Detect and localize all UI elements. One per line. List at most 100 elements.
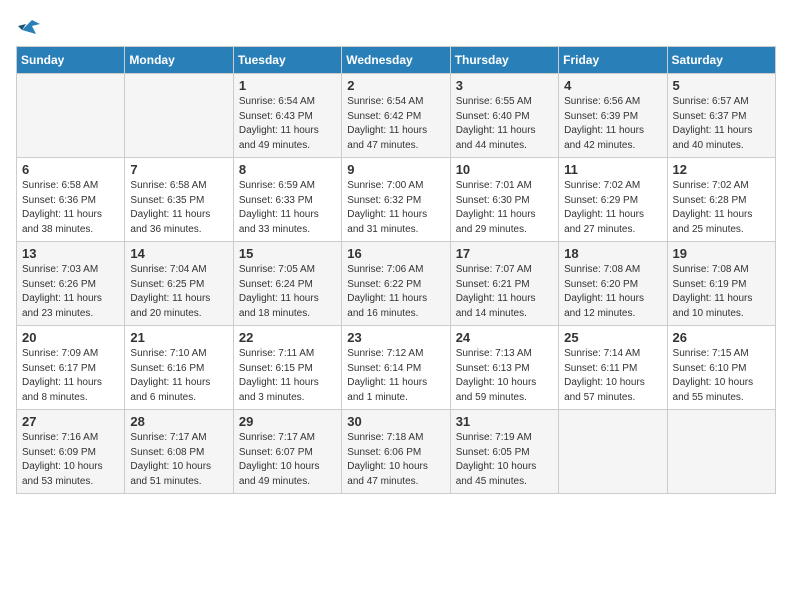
calendar-cell: 25Sunrise: 7:14 AMSunset: 6:11 PMDayligh… xyxy=(559,326,667,410)
calendar-cell: 20Sunrise: 7:09 AMSunset: 6:17 PMDayligh… xyxy=(17,326,125,410)
calendar-week-4: 20Sunrise: 7:09 AMSunset: 6:17 PMDayligh… xyxy=(17,326,776,410)
day-number: 4 xyxy=(564,78,661,93)
day-number: 25 xyxy=(564,330,661,345)
calendar-cell: 11 Sunrise: 7:02 AMSunset: 6:29 PMDayligh… xyxy=(559,158,667,242)
calendar-cell: 5 Sunrise: 6:57 AMSunset: 6:37 PMDaylight… xyxy=(667,74,775,158)
day-number: 8 xyxy=(239,162,336,177)
calendar-week-1: 1 Sunrise: 6:54 AMSunset: 6:43 PMDaylight… xyxy=(17,74,776,158)
day-number: 10 xyxy=(456,162,553,177)
cell-info: Sunrise: 7:06 AMSunset: 6:22 PMDaylight:… xyxy=(347,263,444,321)
calendar-cell: 28 Sunrise: 7:17 AMSunset: 6:08 PMDayligh… xyxy=(125,410,233,494)
calendar-cell xyxy=(17,74,125,158)
day-number: 15 xyxy=(239,246,336,261)
calendar-cell: 23Sunrise: 7:12 AMSunset: 6:14 PMDayligh… xyxy=(342,326,450,410)
cell-info: Sunrise: 6:55 AMSunset: 6:40 PMDaylight:… xyxy=(456,95,553,153)
cell-info: Sunrise: 6:58 AMSunset: 6:35 PMDaylight:… xyxy=(130,179,227,237)
cell-info: Sunrise: 7:01 AMSunset: 6:30 PMDaylight:… xyxy=(456,179,553,237)
cell-info: Sunrise: 7:10 AMSunset: 6:16 PMDaylight:… xyxy=(130,347,227,405)
calendar-cell: 26 Sunrise: 7:15 AMSunset: 6:10 PMDayligh… xyxy=(667,326,775,410)
calendar-week-5: 27 Sunrise: 7:16 AMSunset: 6:09 PMDayligh… xyxy=(17,410,776,494)
cell-info: Sunrise: 6:58 AMSunset: 6:36 PMDaylight:… xyxy=(22,179,119,237)
cell-info: Sunrise: 6:56 AMSunset: 6:39 PMDaylight:… xyxy=(564,95,661,153)
day-number: 21 xyxy=(130,330,227,345)
cell-info: Sunrise: 6:59 AMSunset: 6:33 PMDaylight:… xyxy=(239,179,336,237)
calendar-cell: 2 Sunrise: 6:54 AMSunset: 6:42 PMDaylight… xyxy=(342,74,450,158)
weekday-header-tuesday: Tuesday xyxy=(233,47,341,74)
cell-info: Sunrise: 7:18 AMSunset: 6:06 PMDaylight:… xyxy=(347,431,444,489)
day-number: 30 xyxy=(347,414,444,429)
cell-info: Sunrise: 7:08 AMSunset: 6:19 PMDaylight:… xyxy=(673,263,770,321)
day-number: 22 xyxy=(239,330,336,345)
cell-info: Sunrise: 7:11 AMSunset: 6:15 PMDaylight:… xyxy=(239,347,336,405)
calendar-cell: 4 Sunrise: 6:56 AMSunset: 6:39 PMDaylight… xyxy=(559,74,667,158)
calendar-cell: 15 Sunrise: 7:05 AMSunset: 6:24 PMDayligh… xyxy=(233,242,341,326)
cell-info: Sunrise: 7:19 AMSunset: 6:05 PMDaylight:… xyxy=(456,431,553,489)
day-number: 14 xyxy=(130,246,227,261)
weekday-header-friday: Friday xyxy=(559,47,667,74)
cell-info: Sunrise: 7:15 AMSunset: 6:10 PMDaylight:… xyxy=(673,347,770,405)
calendar-cell xyxy=(559,410,667,494)
day-number: 16 xyxy=(347,246,444,261)
calendar-cell: 19 Sunrise: 7:08 AMSunset: 6:19 PMDayligh… xyxy=(667,242,775,326)
logo xyxy=(16,16,40,34)
cell-info: Sunrise: 7:16 AMSunset: 6:09 PMDaylight:… xyxy=(22,431,119,489)
calendar-cell: 22 Sunrise: 7:11 AMSunset: 6:15 PMDayligh… xyxy=(233,326,341,410)
day-number: 5 xyxy=(673,78,770,93)
day-number: 17 xyxy=(456,246,553,261)
day-number: 13 xyxy=(22,246,119,261)
cell-info: Sunrise: 6:54 AMSunset: 6:43 PMDaylight:… xyxy=(239,95,336,153)
calendar-cell: 17Sunrise: 7:07 AMSunset: 6:21 PMDayligh… xyxy=(450,242,558,326)
cell-info: Sunrise: 7:03 AMSunset: 6:26 PMDaylight:… xyxy=(22,263,119,321)
calendar-cell: 31Sunrise: 7:19 AMSunset: 6:05 PMDayligh… xyxy=(450,410,558,494)
day-number: 19 xyxy=(673,246,770,261)
calendar-cell: 14 Sunrise: 7:04 AMSunset: 6:25 PMDayligh… xyxy=(125,242,233,326)
day-number: 7 xyxy=(130,162,227,177)
cell-info: Sunrise: 7:08 AMSunset: 6:20 PMDaylight:… xyxy=(564,263,661,321)
calendar-cell: 13 Sunrise: 7:03 AMSunset: 6:26 PMDayligh… xyxy=(17,242,125,326)
day-number: 27 xyxy=(22,414,119,429)
cell-info: Sunrise: 7:09 AMSunset: 6:17 PMDaylight:… xyxy=(22,347,119,405)
day-number: 26 xyxy=(673,330,770,345)
calendar-cell: 1 Sunrise: 6:54 AMSunset: 6:43 PMDaylight… xyxy=(233,74,341,158)
cell-info: Sunrise: 7:05 AMSunset: 6:24 PMDaylight:… xyxy=(239,263,336,321)
cell-info: Sunrise: 7:17 AMSunset: 6:08 PMDaylight:… xyxy=(130,431,227,489)
weekday-header-monday: Monday xyxy=(125,47,233,74)
logo-bird-icon xyxy=(18,16,40,34)
day-number: 28 xyxy=(130,414,227,429)
calendar-cell: 16 Sunrise: 7:06 AMSunset: 6:22 PMDayligh… xyxy=(342,242,450,326)
weekday-header-saturday: Saturday xyxy=(667,47,775,74)
calendar-week-2: 6Sunrise: 6:58 AMSunset: 6:36 PMDaylight… xyxy=(17,158,776,242)
day-number: 9 xyxy=(347,162,444,177)
day-number: 12 xyxy=(673,162,770,177)
calendar-cell: 21 Sunrise: 7:10 AMSunset: 6:16 PMDayligh… xyxy=(125,326,233,410)
calendar-table: SundayMondayTuesdayWednesdayThursdayFrid… xyxy=(16,46,776,494)
day-number: 18 xyxy=(564,246,661,261)
weekday-header-wednesday: Wednesday xyxy=(342,47,450,74)
calendar-cell: 30 Sunrise: 7:18 AMSunset: 6:06 PMDayligh… xyxy=(342,410,450,494)
calendar-cell: 24Sunrise: 7:13 AMSunset: 6:13 PMDayligh… xyxy=(450,326,558,410)
page-header xyxy=(16,16,776,34)
cell-info: Sunrise: 7:04 AMSunset: 6:25 PMDaylight:… xyxy=(130,263,227,321)
day-number: 2 xyxy=(347,78,444,93)
calendar-cell: 12 Sunrise: 7:02 AMSunset: 6:28 PMDayligh… xyxy=(667,158,775,242)
weekday-header-sunday: Sunday xyxy=(17,47,125,74)
cell-info: Sunrise: 7:12 AMSunset: 6:14 PMDaylight:… xyxy=(347,347,444,405)
cell-info: Sunrise: 6:54 AMSunset: 6:42 PMDaylight:… xyxy=(347,95,444,153)
cell-info: Sunrise: 6:57 AMSunset: 6:37 PMDaylight:… xyxy=(673,95,770,153)
cell-info: Sunrise: 7:13 AMSunset: 6:13 PMDaylight:… xyxy=(456,347,553,405)
day-number: 1 xyxy=(239,78,336,93)
cell-info: Sunrise: 7:02 AMSunset: 6:28 PMDaylight:… xyxy=(673,179,770,237)
weekday-header-row: SundayMondayTuesdayWednesdayThursdayFrid… xyxy=(17,47,776,74)
day-number: 11 xyxy=(564,162,661,177)
day-number: 3 xyxy=(456,78,553,93)
cell-info: Sunrise: 7:02 AMSunset: 6:29 PMDaylight:… xyxy=(564,179,661,237)
calendar-cell: 9Sunrise: 7:00 AMSunset: 6:32 PMDaylight… xyxy=(342,158,450,242)
calendar-cell: 3 Sunrise: 6:55 AMSunset: 6:40 PMDaylight… xyxy=(450,74,558,158)
weekday-header-thursday: Thursday xyxy=(450,47,558,74)
calendar-cell xyxy=(125,74,233,158)
cell-info: Sunrise: 7:17 AMSunset: 6:07 PMDaylight:… xyxy=(239,431,336,489)
calendar-cell: 10 Sunrise: 7:01 AMSunset: 6:30 PMDayligh… xyxy=(450,158,558,242)
calendar-cell: 8 Sunrise: 6:59 AMSunset: 6:33 PMDaylight… xyxy=(233,158,341,242)
calendar-cell: 18 Sunrise: 7:08 AMSunset: 6:20 PMDayligh… xyxy=(559,242,667,326)
day-number: 29 xyxy=(239,414,336,429)
